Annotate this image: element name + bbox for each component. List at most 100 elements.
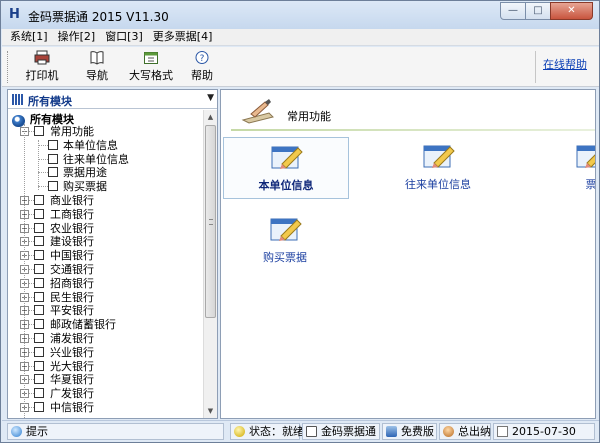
tree-item-label: 民生银行 <box>50 291 94 304</box>
toolbar: 打印机 导航 大写格式 ? 帮助 在线帮助 <box>2 47 599 87</box>
status-text: 状态：就绪 <box>249 425 304 438</box>
function-tile-label: 本单位信息 <box>258 179 314 192</box>
function-tile[interactable]: 购买票据 <box>223 210 349 272</box>
uppercase-format-label: 大写格式 <box>129 69 173 82</box>
tree-item-label: 中国银行 <box>50 249 94 262</box>
folder-icon <box>34 361 44 371</box>
hint-text: 提示 <box>26 425 48 438</box>
scroll-down-arrow-icon[interactable]: ▼ <box>204 404 217 418</box>
document-icon <box>48 140 58 150</box>
folder-icon <box>34 278 44 288</box>
function-panel: 常用功能 本单位信息 往来单位信息 票购买票据 <box>220 89 596 419</box>
scroll-up-arrow-icon[interactable]: ▲ <box>204 110 217 124</box>
uppercase-format-button[interactable]: 大写格式 <box>126 50 176 84</box>
status-bar: 提示 状态：就绪 金码票据通 免费版 总出纳 2015-07-30 <box>2 420 599 442</box>
toolbar-grip[interactable] <box>7 51 10 83</box>
user-icon <box>443 426 454 437</box>
folder-icon <box>34 264 44 274</box>
online-help-link[interactable]: 在线帮助 <box>543 56 587 72</box>
tree-item-label: 常用功能 <box>50 125 94 138</box>
tree-item-label: 广发银行 <box>50 387 94 400</box>
computer-icon <box>386 426 397 437</box>
minimize-button[interactable]: — <box>500 2 526 20</box>
info-icon <box>11 426 22 437</box>
function-tile[interactable]: 往来单位信息 <box>376 137 502 199</box>
toolbar-separator <box>535 51 536 83</box>
tree-item-label: 农业银行 <box>50 222 94 235</box>
tree-scrollbar[interactable]: ▲ ▼ <box>203 110 217 418</box>
date-text: 2015-07-30 <box>512 425 576 438</box>
edition-text: 免费版 <box>401 425 434 438</box>
main-window: H 金码票据通 2015 V11.30 — □ ✕ 系统[1] 操作[2] 窗口… <box>0 0 600 443</box>
menu-system[interactable]: 系统[1] <box>2 29 53 45</box>
folder-icon <box>34 347 44 357</box>
tree-item-label: 商业银行 <box>50 194 94 207</box>
tree-item-label: 招商银行 <box>50 277 94 290</box>
tree-item-label: 中信银行 <box>50 401 94 414</box>
folder-icon <box>34 250 44 260</box>
tree-item-label: 兴业银行 <box>50 346 94 359</box>
tree-item-label: 平安银行 <box>50 304 94 317</box>
folder-icon <box>34 402 44 412</box>
tree-item-label: 光大银行 <box>50 360 94 373</box>
window-controls: — □ ✕ <box>500 2 593 20</box>
folder-icon <box>34 305 44 315</box>
module-selector[interactable]: 所有模块 ▼ <box>8 90 217 109</box>
app-logo-icon: H <box>9 7 20 22</box>
svg-text:?: ? <box>200 54 205 64</box>
status-pane: 状态：就绪 <box>230 423 304 440</box>
document-icon <box>48 181 58 191</box>
menu-bar: 系统[1] 操作[2] 窗口[3] 更多票据[4] <box>2 29 599 46</box>
navigation-label: 导航 <box>86 69 108 82</box>
printer-icon <box>34 50 50 65</box>
app-name-pane: 金码票据通 <box>302 423 380 440</box>
function-tile-label: 票 <box>585 178 596 191</box>
help-label: 帮助 <box>191 69 213 82</box>
app-name-text: 金码票据通 <box>321 425 376 438</box>
edit-document-icon <box>270 218 302 241</box>
function-tile-label: 购买票据 <box>263 251 307 264</box>
tree-item-label: 浦发银行 <box>50 332 94 345</box>
module-selector-value: 所有模块 <box>28 95 72 108</box>
tree-item-label: 交通银行 <box>50 263 94 276</box>
writing-hand-icon <box>241 99 274 124</box>
navigation-button[interactable]: 导航 <box>78 50 116 84</box>
tree-connector <box>38 159 48 160</box>
date-pane: 2015-07-30 <box>493 423 595 440</box>
menu-more-bills[interactable]: 更多票据[4] <box>148 29 218 45</box>
module-tree-panel: 所有模块 ▼ 所有模块 − 常用功能 本单位信息 往来单位信息 票据用途 购买票据 + 商业银… <box>7 89 218 419</box>
folder-icon <box>34 319 44 329</box>
folder-icon <box>34 236 44 246</box>
status-light-icon <box>234 426 245 437</box>
tree-item-label: 本单位信息 <box>63 139 118 152</box>
printer-button[interactable]: 打印机 <box>16 50 68 84</box>
folder-icon <box>34 195 44 205</box>
printer-label: 打印机 <box>25 69 59 82</box>
cashier-text: 总出纳 <box>458 425 491 438</box>
document-icon <box>306 426 317 437</box>
help-button[interactable]: ? 帮助 <box>186 50 218 84</box>
menu-operation[interactable]: 操作[2] <box>53 29 101 45</box>
dropdown-arrow-icon[interactable]: ▼ <box>207 93 214 103</box>
function-tile[interactable]: 票 <box>529 137 596 199</box>
function-tile[interactable]: 本单位信息 <box>223 137 349 199</box>
help-icon: ? <box>195 51 209 64</box>
edition-pane: 免费版 <box>382 423 437 440</box>
section-title: 常用功能 <box>287 110 331 123</box>
tree-item-label: 购买票据 <box>63 180 107 193</box>
document-icon <box>48 154 58 164</box>
folder-icon <box>34 126 44 136</box>
maximize-button[interactable]: □ <box>525 2 551 20</box>
edit-document-icon <box>576 145 595 168</box>
tree-connector <box>38 172 48 173</box>
title-bar: H 金码票据通 2015 V11.30 — □ ✕ <box>1 1 599 29</box>
tree-item-label: 往来单位信息 <box>63 153 129 166</box>
menu-window[interactable]: 窗口[3] <box>100 29 148 45</box>
tree-item-label: 建设银行 <box>50 235 94 248</box>
section-header: 常用功能 <box>221 90 595 131</box>
function-tile-label: 往来单位信息 <box>405 178 471 191</box>
cashier-pane: 总出纳 <box>439 423 491 440</box>
close-button[interactable]: ✕ <box>550 2 593 20</box>
thumb-grip <box>209 219 213 225</box>
scrollbar-thumb[interactable] <box>205 125 216 318</box>
